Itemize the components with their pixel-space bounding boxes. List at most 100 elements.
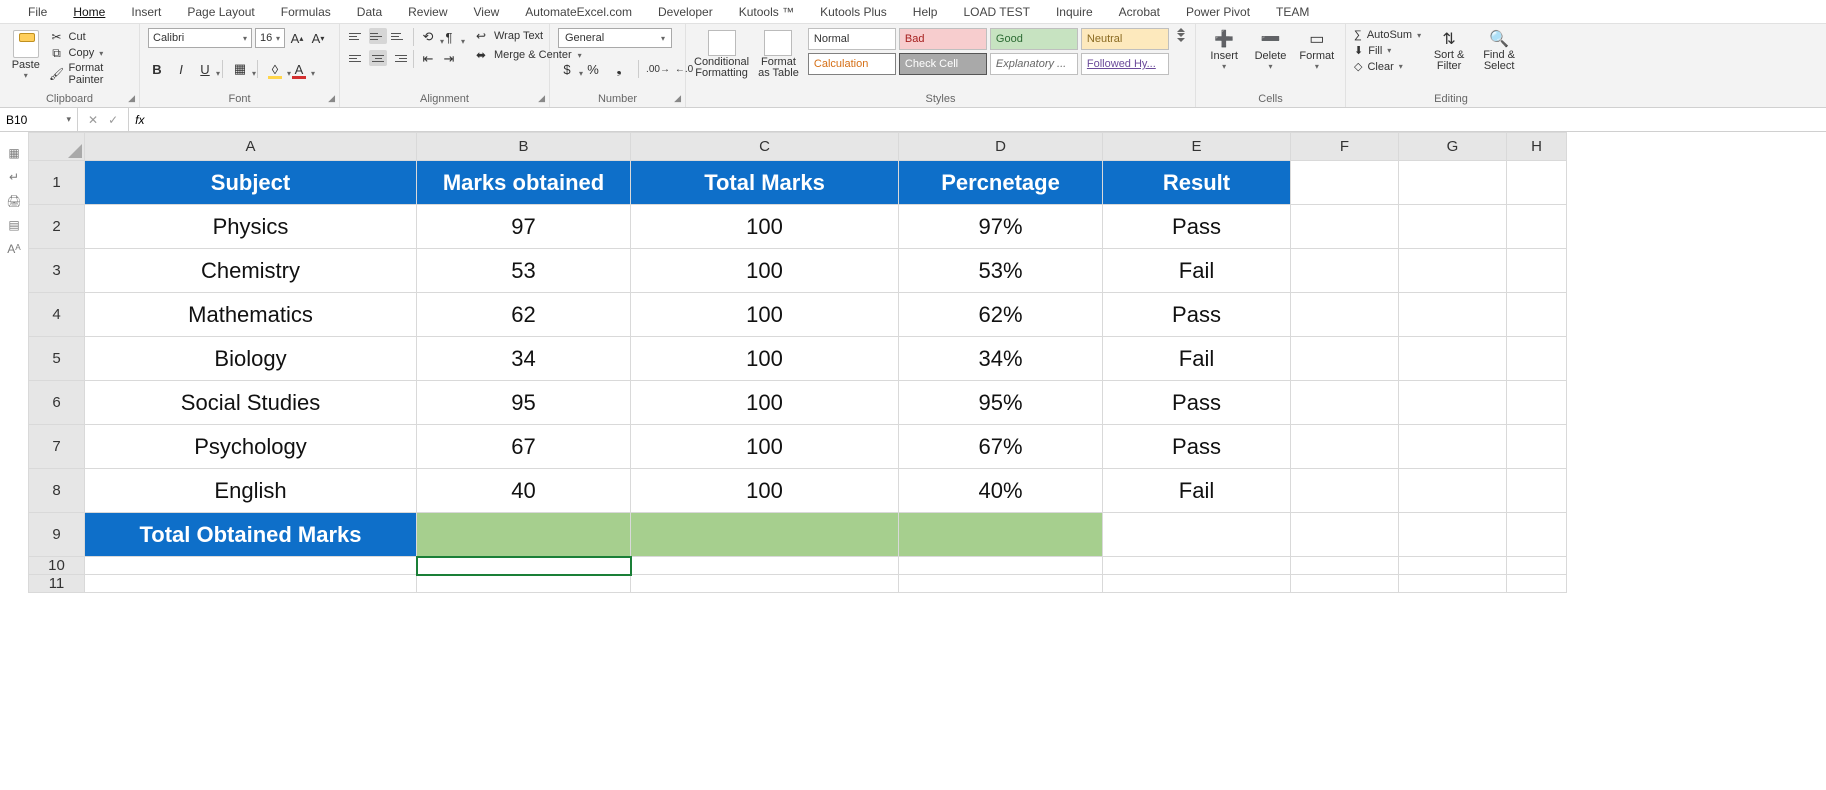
tab-insert[interactable]: Insert: [121, 2, 171, 22]
text-direction-button[interactable]: ¶▾: [440, 28, 458, 46]
dialog-launcher-icon[interactable]: ◢: [328, 93, 335, 104]
cell[interactable]: Mathematics: [85, 293, 417, 337]
clear-button[interactable]: ◇Clear ▾: [1354, 60, 1421, 73]
fill-color-button[interactable]: ◊▾: [266, 60, 284, 78]
cell[interactable]: Pass: [1103, 205, 1291, 249]
tab-page-layout[interactable]: Page Layout: [177, 2, 264, 22]
tab-kutools-plus[interactable]: Kutools Plus: [810, 2, 897, 22]
cell[interactable]: Total Marks: [631, 161, 899, 205]
tab-team[interactable]: TEAM: [1266, 2, 1319, 22]
cell[interactable]: Psychology: [85, 425, 417, 469]
cell[interactable]: 100: [631, 425, 899, 469]
tab-file[interactable]: File: [18, 2, 57, 22]
style-good[interactable]: Good: [990, 28, 1078, 50]
cell[interactable]: [1399, 161, 1507, 205]
style-calculation[interactable]: Calculation: [808, 53, 896, 75]
side-icon-5[interactable]: Aᴬ: [7, 242, 20, 256]
cell[interactable]: 40%: [899, 469, 1103, 513]
cell[interactable]: 62%: [899, 293, 1103, 337]
col-header-g[interactable]: G: [1399, 133, 1507, 161]
style-bad[interactable]: Bad: [899, 28, 987, 50]
cell[interactable]: Social Studies: [85, 381, 417, 425]
cell[interactable]: 97: [417, 205, 631, 249]
tab-review[interactable]: Review: [398, 2, 457, 22]
row-header[interactable]: 7: [29, 425, 85, 469]
tab-view[interactable]: View: [464, 2, 510, 22]
increase-indent-button[interactable]: ⇥: [440, 50, 458, 68]
increase-font-icon[interactable]: A▴: [288, 29, 306, 47]
cell[interactable]: [1291, 425, 1399, 469]
find-select-button[interactable]: 🔍Find & Select: [1477, 28, 1521, 72]
autosum-button[interactable]: ∑AutoSum ▾: [1354, 29, 1421, 41]
row-header[interactable]: 11: [29, 575, 85, 593]
format-painter-button[interactable]: 🖌Format Painter: [50, 62, 131, 86]
tab-kutools[interactable]: Kutools ™: [729, 2, 804, 22]
cell[interactable]: [1507, 249, 1567, 293]
cell[interactable]: [417, 575, 631, 593]
cell[interactable]: [1103, 513, 1291, 557]
cell[interactable]: [1291, 293, 1399, 337]
side-icon-2[interactable]: ↵: [9, 170, 19, 184]
row-header[interactable]: 6: [29, 381, 85, 425]
paste-icon[interactable]: [13, 30, 39, 58]
style-check-cell[interactable]: Check Cell: [899, 53, 987, 75]
cell[interactable]: [1291, 337, 1399, 381]
row-header[interactable]: 8: [29, 469, 85, 513]
row-header[interactable]: 5: [29, 337, 85, 381]
cell[interactable]: English: [85, 469, 417, 513]
cell[interactable]: [1291, 513, 1399, 557]
increase-decimal-button[interactable]: .00→: [649, 60, 667, 78]
worksheet[interactable]: A B C D E F G H 1 Subject Marks obtained…: [28, 132, 1826, 790]
tab-automateexcel[interactable]: AutomateExcel.com: [515, 2, 642, 22]
cut-button[interactable]: ✂Cut: [50, 30, 131, 44]
cell[interactable]: [1507, 469, 1567, 513]
cell[interactable]: 100: [631, 249, 899, 293]
tab-inquire[interactable]: Inquire: [1046, 2, 1103, 22]
cancel-formula-icon[interactable]: ✕: [88, 113, 98, 127]
cell[interactable]: 34%: [899, 337, 1103, 381]
cell[interactable]: 100: [631, 293, 899, 337]
copy-button[interactable]: ⧉Copy ▾: [50, 46, 131, 60]
formula-input[interactable]: [150, 108, 1826, 131]
dialog-launcher-icon[interactable]: ◢: [538, 93, 545, 104]
style-explanatory[interactable]: Explanatory ...: [990, 53, 1078, 75]
cell[interactable]: Total Obtained Marks: [85, 513, 417, 557]
tab-formulas[interactable]: Formulas: [271, 2, 341, 22]
cell[interactable]: [1399, 205, 1507, 249]
delete-cells-button[interactable]: ➖Delete▾: [1250, 28, 1290, 71]
side-icon-3[interactable]: 🖨: [6, 194, 21, 208]
cell[interactable]: [1507, 513, 1567, 557]
cell[interactable]: 40: [417, 469, 631, 513]
cell[interactable]: [631, 575, 899, 593]
paste-button[interactable]: Paste: [12, 59, 40, 71]
dialog-launcher-icon[interactable]: ◢: [674, 93, 681, 104]
cell[interactable]: [899, 513, 1103, 557]
format-cells-button[interactable]: ▭Format▾: [1297, 28, 1337, 71]
cell[interactable]: Fail: [1103, 249, 1291, 293]
font-size-select[interactable]: 16▾: [255, 28, 285, 48]
cell[interactable]: [1399, 469, 1507, 513]
col-header-a[interactable]: A: [85, 133, 417, 161]
cell[interactable]: [85, 557, 417, 575]
cell[interactable]: 100: [631, 205, 899, 249]
select-all-corner[interactable]: [29, 133, 85, 161]
number-format-select[interactable]: General▾: [558, 28, 672, 48]
row-header[interactable]: 1: [29, 161, 85, 205]
cell[interactable]: [1399, 513, 1507, 557]
cell[interactable]: Pass: [1103, 293, 1291, 337]
cell[interactable]: [631, 557, 899, 575]
cell[interactable]: [1507, 161, 1567, 205]
align-right-button[interactable]: [390, 50, 408, 66]
font-color-button[interactable]: A▾: [290, 60, 308, 78]
tab-power-pivot[interactable]: Power Pivot: [1176, 2, 1260, 22]
align-left-button[interactable]: [348, 50, 366, 66]
cell[interactable]: 67: [417, 425, 631, 469]
cell[interactable]: [899, 575, 1103, 593]
cell[interactable]: [1507, 205, 1567, 249]
cell[interactable]: 100: [631, 381, 899, 425]
cell[interactable]: [85, 575, 417, 593]
name-box[interactable]: B10▾: [0, 108, 78, 131]
cell[interactable]: [1291, 205, 1399, 249]
cell[interactable]: [1103, 575, 1291, 593]
cell[interactable]: [1507, 425, 1567, 469]
